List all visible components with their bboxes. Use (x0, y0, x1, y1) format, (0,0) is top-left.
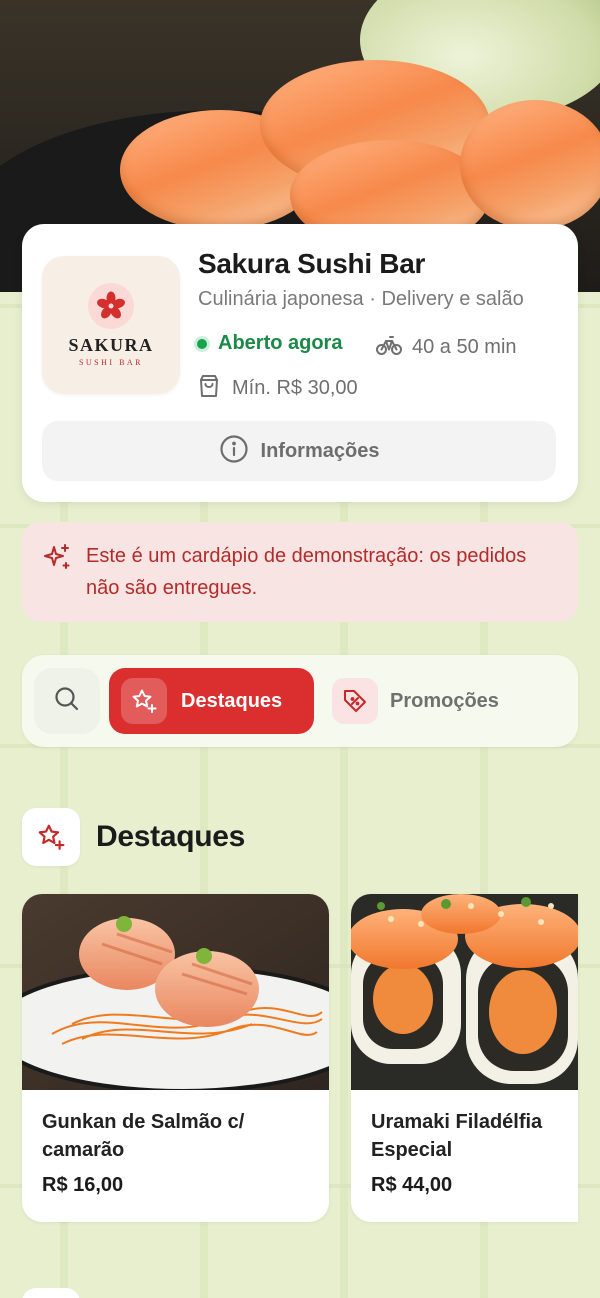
product-price: R$ 44,00 (371, 1174, 453, 1196)
open-status-label: Aberto agora (218, 332, 343, 354)
info-button-label: Informações (260, 439, 380, 462)
sakura-flower-icon (88, 283, 134, 329)
logo-subtitle: SUSHI BAR (78, 358, 144, 367)
restaurant-name: Sakura Sushi Bar (198, 248, 426, 279)
sparkles-icon (42, 542, 72, 577)
tab-promocoes-label: Promoções (390, 689, 499, 712)
demo-notice-banner: Este é um cardápio de demonstração: os p… (22, 522, 578, 622)
demo-notice-text: Este é um cardápio de demonstração: os p… (86, 545, 527, 599)
tab-destaques[interactable]: Destaques (109, 668, 314, 734)
delivery-time: 40 a 50 min (376, 334, 517, 361)
tag-percent-icon (332, 678, 378, 724)
category-tab-bar: Destaques Promoções (22, 655, 578, 747)
next-section-icon-peek (22, 1288, 80, 1298)
delivery-time-label: 40 a 50 min (412, 336, 517, 358)
section-title: Destaques (96, 820, 246, 853)
search-icon (53, 685, 81, 718)
product-price: R$ 16,00 (42, 1174, 124, 1196)
product-name: Gunkan de Salmão c/ camarão (42, 1111, 245, 1161)
star-sparkle-icon (22, 808, 80, 866)
restaurant-cuisine: Culinária japonesa · Delivery e salão (198, 288, 524, 310)
search-button[interactable] (34, 668, 100, 734)
minimum-order-label: Mín. R$ 30,00 (232, 377, 358, 399)
product-image (351, 894, 578, 1090)
minimum-order: Mín. R$ 30,00 (198, 374, 358, 403)
tab-destaques-label: Destaques (181, 689, 283, 712)
restaurant-logo: SAKURA SUSHI BAR (42, 256, 180, 394)
product-card[interactable]: Gunkan de Salmão c/ camarão R$ 16,00 (22, 894, 329, 1222)
info-button[interactable]: Informações (42, 421, 556, 481)
star-sparkle-icon (121, 678, 167, 724)
salmon-slice (460, 100, 600, 230)
product-card[interactable]: Uramaki Filadélfia Especial R$ 44,00 (351, 894, 578, 1222)
shopping-bag-icon (198, 374, 220, 403)
open-status: Aberto agora (194, 332, 342, 355)
tab-promocoes[interactable]: Promoções (332, 668, 499, 734)
product-image (22, 894, 329, 1090)
product-name: Uramaki Filadélfia Especial (371, 1111, 543, 1161)
restaurant-info-card: SAKURA SUSHI BAR Sakura Sushi Bar Culiná… (22, 224, 578, 502)
bike-icon (376, 334, 402, 361)
logo-name: SAKURA (68, 335, 154, 355)
status-dot-icon (194, 335, 210, 352)
section-header-destaques: Destaques (22, 808, 245, 866)
info-icon (219, 434, 249, 469)
